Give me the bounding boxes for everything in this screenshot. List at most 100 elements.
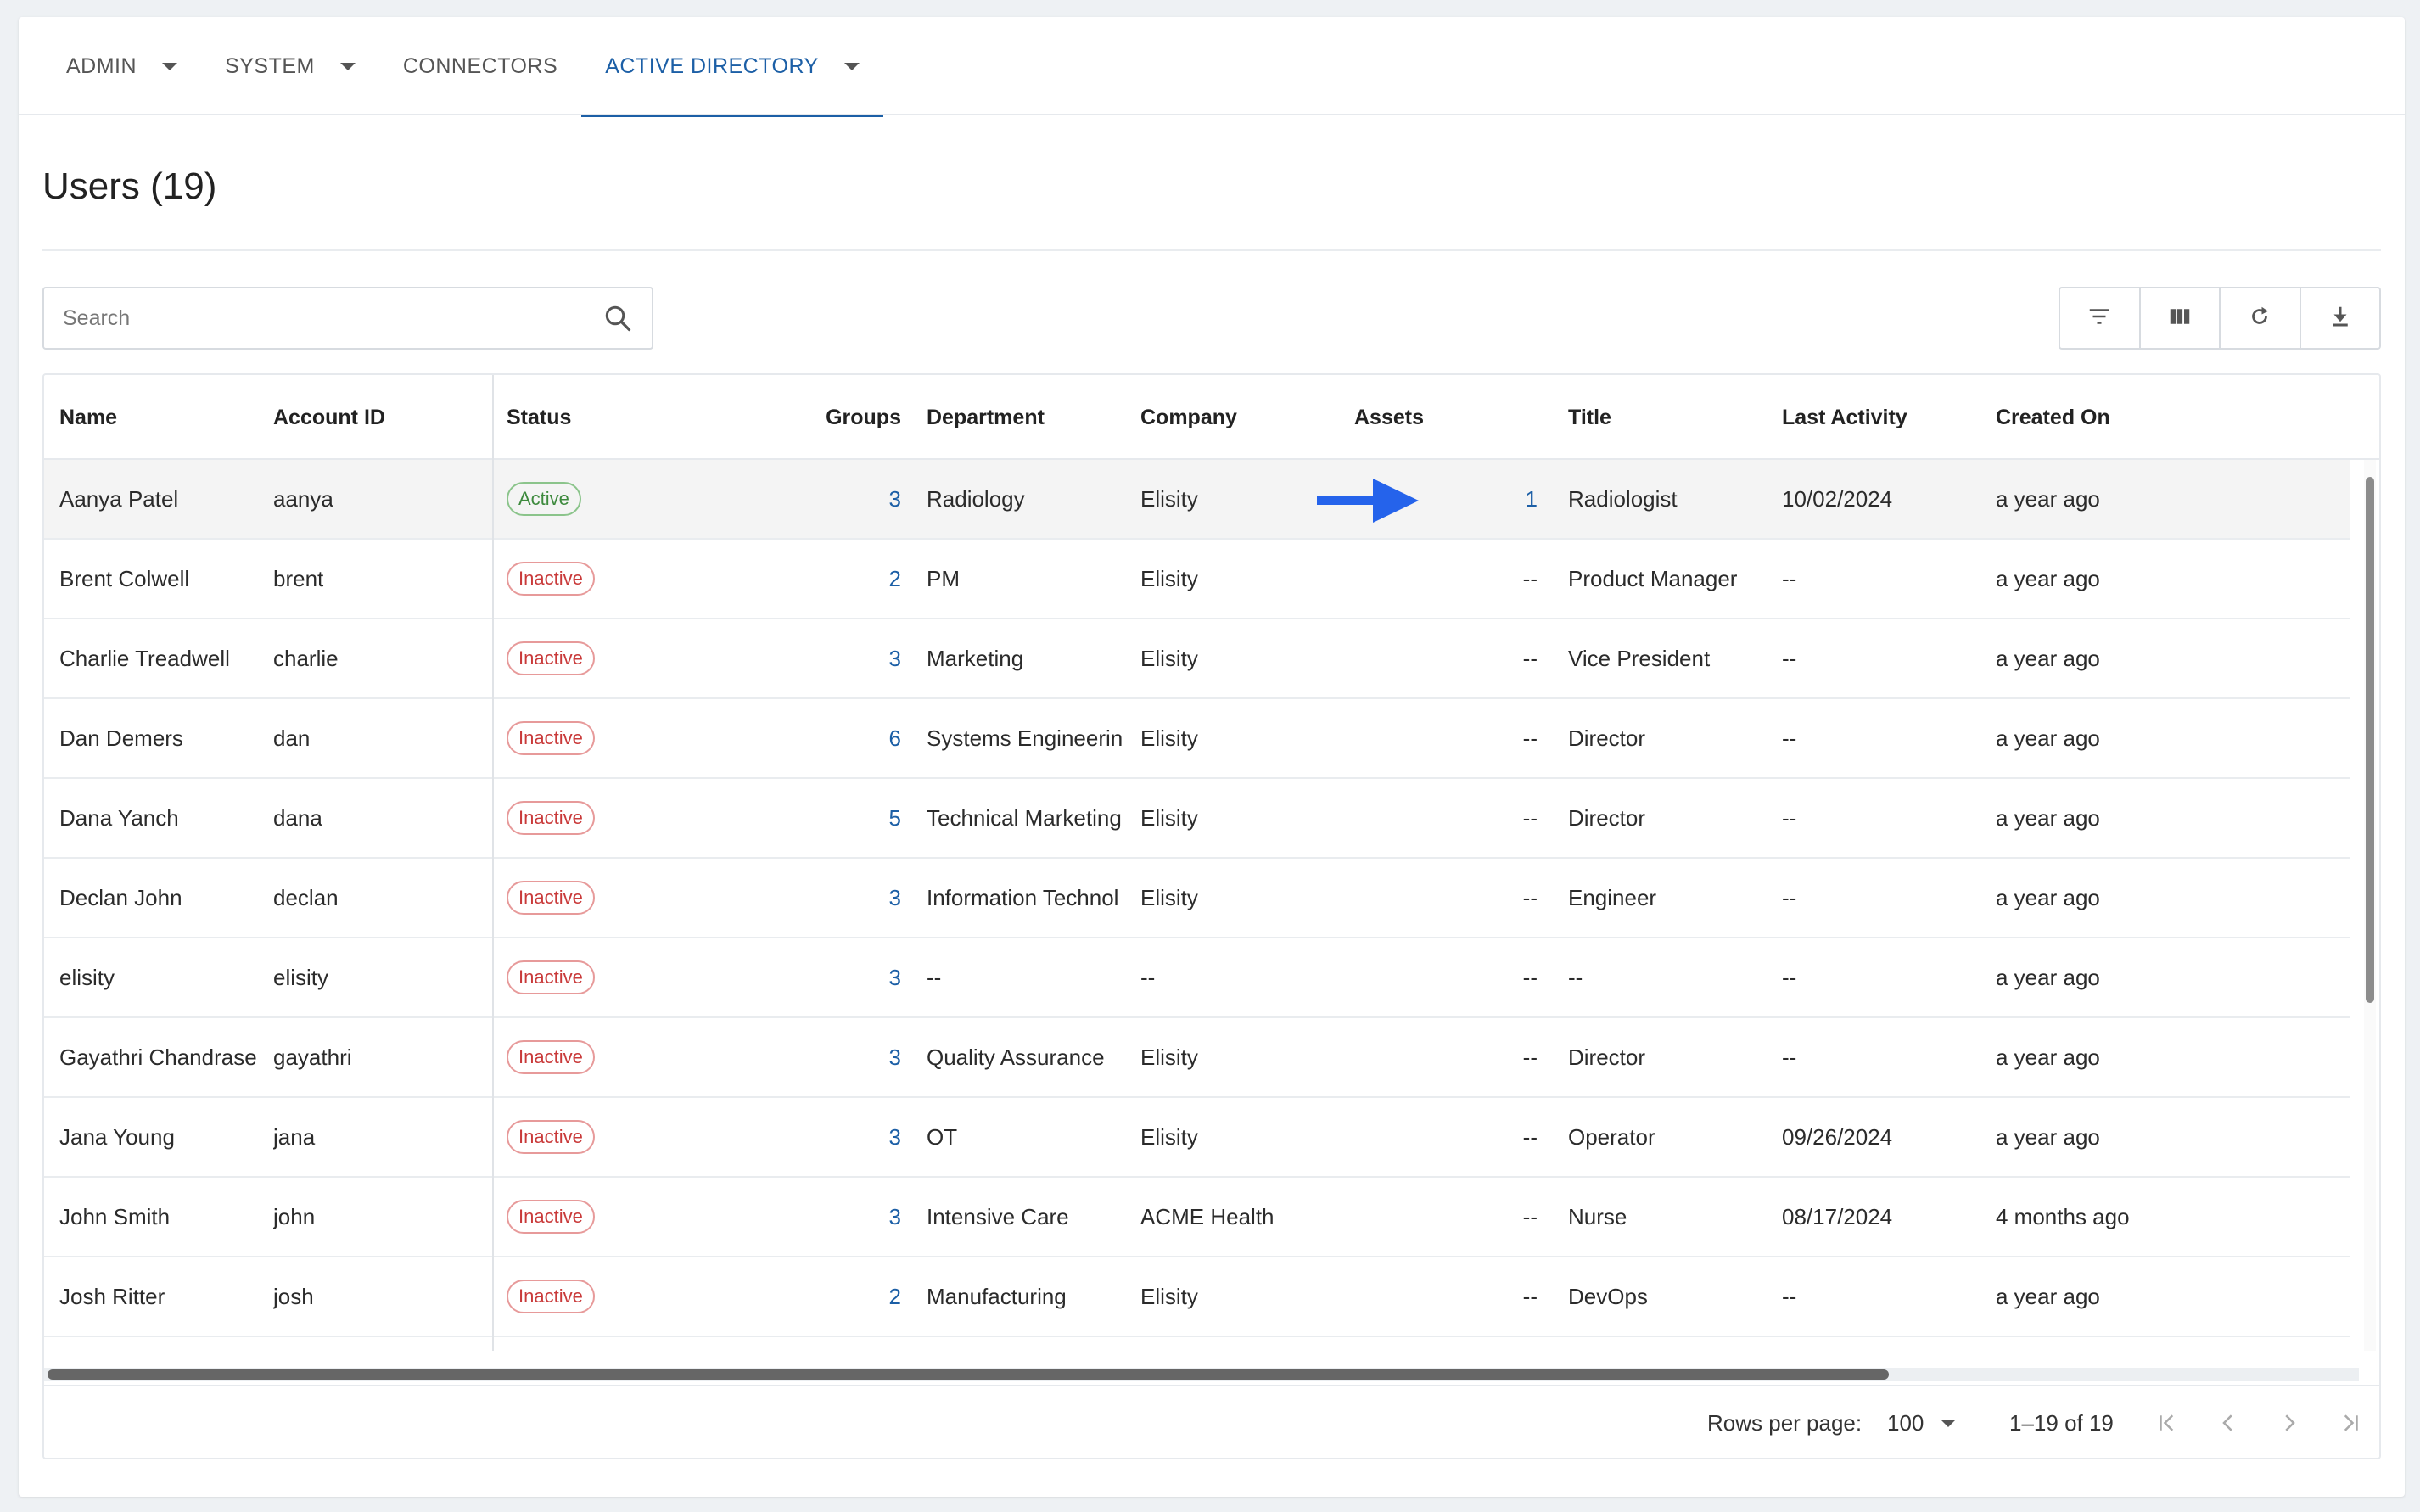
- column-header-status[interactable]: Status: [507, 375, 571, 460]
- groups-count-link[interactable]: 3: [889, 646, 901, 672]
- cell-groups: 3: [748, 460, 901, 538]
- tab-label: ADMIN: [66, 53, 137, 78]
- cell-text: --: [1782, 645, 1797, 671]
- search-box: [42, 287, 653, 350]
- cell-status: Inactive: [507, 1018, 719, 1096]
- groups-count-link[interactable]: 3: [889, 1044, 901, 1071]
- cell-status: Active: [507, 460, 719, 538]
- cell-text: --: [1782, 725, 1797, 751]
- cell-status: Inactive: [507, 699, 719, 777]
- vertical-scrollbar-thumb[interactable]: [2366, 477, 2374, 1003]
- column-header-last-activity[interactable]: Last Activity: [1782, 375, 1907, 460]
- first-page-icon[interactable]: [2148, 1404, 2186, 1442]
- page-title: Users (19): [42, 165, 217, 207]
- cell-name: Gayathri Chandrase: [59, 1018, 263, 1096]
- cell-text: elisity: [273, 964, 329, 990]
- status-badge: Inactive: [507, 721, 595, 755]
- cell-created: a year ago: [1996, 859, 2216, 937]
- tab-label: CONNECTORS: [402, 53, 558, 78]
- cell-account: elisity: [273, 938, 477, 1016]
- cell-text: --: [1568, 964, 1583, 990]
- users-table: Name Account ID Status Groups Department…: [42, 373, 2381, 1459]
- cell-assets: --: [1354, 540, 1538, 618]
- download-button[interactable]: [2301, 288, 2380, 348]
- table-row[interactable]: elisity elisity Inactive 3 -- -- -- -- -- a year …: [44, 938, 2350, 1018]
- table-row[interactable]: Brent Colwell brent Inactive 2 PM Elisity -- Pr…: [44, 540, 2350, 619]
- cell-text: --: [1782, 1044, 1797, 1070]
- cell-text: --: [1140, 964, 1156, 990]
- cell-title: Director: [1568, 1018, 1772, 1096]
- filter-button[interactable]: [2060, 288, 2141, 348]
- cell-account: dana: [273, 779, 477, 857]
- search-icon[interactable]: [602, 303, 633, 333]
- status-badge: Inactive: [507, 1280, 595, 1313]
- tab-active-directory[interactable]: ACTIVE DIRECTORY: [581, 17, 883, 117]
- cell-text: dan: [273, 725, 311, 751]
- column-header-department[interactable]: Department: [927, 375, 1045, 460]
- cell-last-activity: --: [1782, 779, 1986, 857]
- groups-count-link[interactable]: 3: [889, 965, 901, 991]
- cell-text: declan: [273, 884, 339, 910]
- table-row[interactable]: John Smith john Inactive 3 Intensive Care ACM…: [44, 1178, 2350, 1257]
- groups-count-link[interactable]: 3: [889, 1124, 901, 1151]
- cell-last-activity: --: [1782, 619, 1986, 697]
- horizontal-scrollbar-thumb[interactable]: [48, 1369, 1889, 1380]
- assets-count-link[interactable]: 1: [1526, 486, 1538, 512]
- groups-count-link[interactable]: 3: [889, 486, 901, 512]
- cell-text: Elisity: [1140, 1044, 1198, 1070]
- table-row[interactable]: Declan John declan Inactive 3 Information Te…: [44, 859, 2350, 938]
- cell-text: a year ago: [1996, 725, 2100, 751]
- previous-page-icon[interactable]: [2210, 1404, 2247, 1442]
- cell-text: Dan Demers: [59, 725, 183, 751]
- cell-groups: 2: [748, 1257, 901, 1336]
- columns-button[interactable]: [2141, 288, 2221, 348]
- cell-status: Inactive: [507, 1257, 719, 1336]
- cell-created: a year ago: [1996, 1018, 2216, 1096]
- column-header-name[interactable]: Name: [59, 375, 117, 460]
- next-page-icon[interactable]: [2271, 1404, 2308, 1442]
- table-row[interactable]: Jana Young jana Inactive 3 OT Elisity -- Operat…: [44, 1098, 2350, 1178]
- cell-status: Inactive: [507, 1098, 719, 1176]
- cell-text: dana: [273, 804, 322, 831]
- cell-groups: 5: [748, 779, 901, 857]
- table-row[interactable]: Josh Ritter josh Inactive 2 Manufacturing Eli…: [44, 1257, 2350, 1337]
- cell-department: Intensive Care: [927, 1178, 1130, 1256]
- groups-count-link[interactable]: 3: [889, 885, 901, 911]
- groups-count-link[interactable]: 5: [889, 805, 901, 832]
- cell-created: a year ago: [1996, 460, 2216, 538]
- table-row[interactable]: Aanya Patel aanya Active 3 Radiology Elisity 1…: [44, 460, 2350, 540]
- caret-down-icon: [162, 62, 178, 70]
- groups-count-link[interactable]: 2: [889, 566, 901, 592]
- column-header-account-id[interactable]: Account ID: [273, 375, 385, 460]
- tab-system[interactable]: SYSTEM: [201, 17, 379, 115]
- refresh-button[interactable]: [2221, 288, 2301, 348]
- table-row[interactable]: Dana Yanch dana Inactive 5 Technical Marketi…: [44, 779, 2350, 859]
- table-row[interactable]: Dan Demers dan Inactive 6 Systems Engineerin…: [44, 699, 2350, 779]
- last-page-icon[interactable]: [2332, 1404, 2369, 1442]
- tab-admin[interactable]: ADMIN: [42, 17, 201, 115]
- cell-title: Operator: [1568, 1098, 1772, 1176]
- cell-text: Radiology: [927, 485, 1025, 512]
- column-header-created-on[interactable]: Created On: [1996, 375, 2110, 460]
- cell-last-activity: --: [1782, 1018, 1986, 1096]
- cell-text: John Smith: [59, 1203, 171, 1229]
- column-header-company[interactable]: Company: [1140, 375, 1237, 460]
- status-badge: Inactive: [507, 641, 595, 675]
- column-header-assets[interactable]: Assets: [1354, 375, 1424, 460]
- cell-text: Vice President: [1568, 645, 1711, 671]
- table-row[interactable]: Charlie Treadwell charlie Inactive 3 Marketi…: [44, 619, 2350, 699]
- cell-text: Declan John: [59, 884, 182, 910]
- search-input[interactable]: [63, 305, 602, 331]
- table-row[interactable]: Gayathri Chandrase gayathri Inactive 3 Quali…: [44, 1018, 2350, 1098]
- tab-connectors[interactable]: CONNECTORS: [379, 17, 581, 115]
- cell-text: josh: [273, 1283, 314, 1309]
- column-header-title[interactable]: Title: [1568, 375, 1611, 460]
- column-header-groups[interactable]: Groups: [748, 375, 901, 460]
- cell-name: Brent Colwell: [59, 540, 263, 618]
- cell-company: Elisity: [1140, 1098, 1344, 1176]
- groups-count-link[interactable]: 3: [889, 1204, 901, 1230]
- rows-per-page-select[interactable]: 100: [1887, 1386, 1957, 1458]
- groups-count-link[interactable]: 6: [889, 725, 901, 752]
- cell-text: Elisity: [1140, 884, 1198, 910]
- groups-count-link[interactable]: 2: [889, 1284, 901, 1310]
